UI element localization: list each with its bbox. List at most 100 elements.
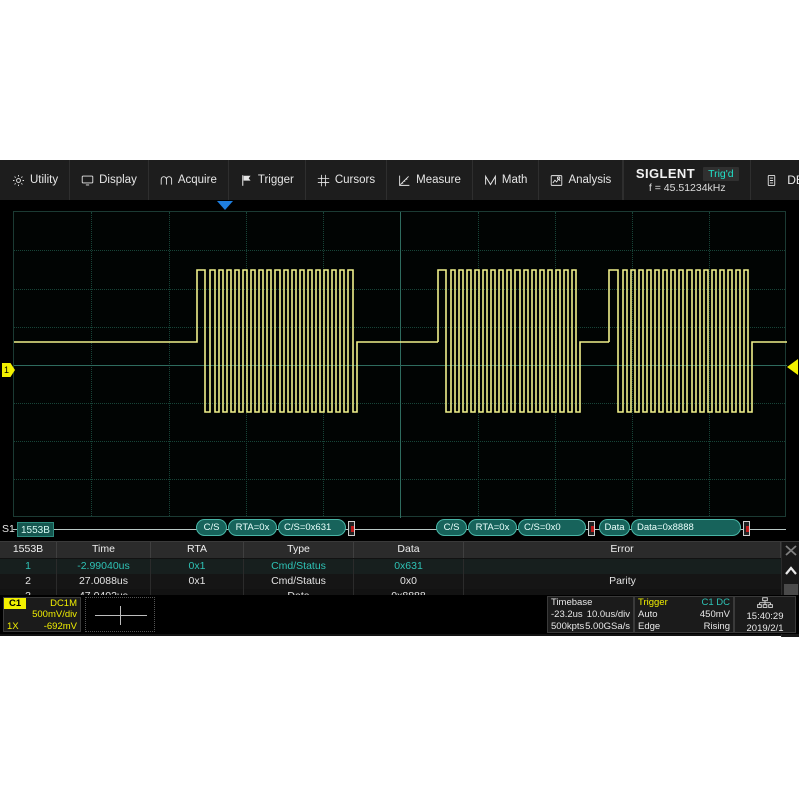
datetime-info-box: 15:40:29 2019/2/1 <box>734 596 796 633</box>
timebase-scale: 10.0us/div <box>587 609 630 621</box>
trigger-title: Trigger <box>638 597 668 609</box>
menu-item-display[interactable]: Display <box>70 160 149 200</box>
scroll-up-icon[interactable] <box>782 560 799 582</box>
trigger-type: Edge <box>638 621 660 633</box>
timebase-memory-depth: 500kpts <box>551 621 584 633</box>
decode-packet-error-marker[interactable] <box>348 521 355 536</box>
menu-item-label: Analysis <box>568 174 611 186</box>
siglent-logo: SIGLENT <box>636 166 695 181</box>
network-icon <box>735 597 795 611</box>
decode-packet-error-marker[interactable] <box>588 521 595 536</box>
col-header-rta: RTA <box>151 542 244 558</box>
menu-item-acquire[interactable]: Acquire <box>149 160 229 200</box>
channel-volts-div: 500mV/div <box>4 609 80 621</box>
waveform-area[interactable]: 1 S1 1553B C/S RTA=0x C/S=0x631 C/S RTA=… <box>0 201 799 636</box>
col-header-type: Type <box>244 542 354 558</box>
menu-item-label: Utility <box>30 174 58 186</box>
timebase-title: Timebase <box>548 597 633 609</box>
decode-protocol-chip[interactable]: 1553B <box>17 522 54 537</box>
cell-index: 2 <box>0 574 57 589</box>
monitor-icon <box>81 174 94 187</box>
graticule-grid <box>13 211 786 517</box>
decode-packet-rta[interactable]: RTA=0x <box>468 519 517 536</box>
menu-item-analysis[interactable]: Analysis <box>539 160 623 200</box>
clock-date: 2019/2/1 <box>735 623 795 635</box>
cell-error: Parity <box>464 574 781 589</box>
trigger-status-badge: Trig'd <box>703 167 739 181</box>
cursors-icon <box>317 174 330 187</box>
cell-rta: 0x1 <box>151 574 244 589</box>
waveform-trace <box>14 212 787 518</box>
analysis-icon <box>550 174 563 187</box>
menu-item-label: Measure <box>416 174 461 186</box>
trigger-mode: Auto <box>638 609 658 621</box>
timebase-info-box[interactable]: Timebase -23.2us 10.0us/div 500kpts 5.00… <box>547 596 634 633</box>
trigger-slope: Rising <box>704 621 730 633</box>
timebase-sample-rate: 5.00GSa/s <box>585 621 630 633</box>
table-row[interactable]: 2 27.0088us 0x1 Cmd/Status 0x0 Parity <box>0 574 781 589</box>
cell-rta: 0x1 <box>151 559 244 574</box>
table-header-row: 1553B Time RTA Type Data Error <box>0 542 781 558</box>
cell-type: Cmd/Status <box>244 559 354 574</box>
trigger-info-box[interactable]: Trigger C1 DC Auto 450mV Edge Rising <box>634 596 734 633</box>
menu-item-label: Trigger <box>258 174 294 186</box>
col-header-data: Data <box>354 542 464 558</box>
brand-status-block: SIGLENT Trig'd f = 45.51234kHz <box>623 160 751 200</box>
decode-source-label: S1 <box>2 523 15 535</box>
channel-marker-label: 1 <box>4 365 9 375</box>
cell-data: 0x631 <box>354 559 464 574</box>
menu-item-cursors[interactable]: Cursors <box>306 160 387 200</box>
channel-name-badge: C1 <box>4 598 26 609</box>
decode-packet-body[interactable]: Data=0x8888 <box>631 519 741 536</box>
measure-icon <box>398 174 411 187</box>
cell-data: 0x0 <box>354 574 464 589</box>
decode-list-icon <box>765 174 778 187</box>
math-icon <box>484 174 497 187</box>
status-bar: C1 DC1M 500mV/div 1X -692mV Timebase -23… <box>0 595 799 634</box>
timebase-delay: -23.2us <box>551 609 583 621</box>
decode-packet-error-marker[interactable] <box>743 521 750 536</box>
menu-item-math[interactable]: Math <box>473 160 540 200</box>
top-menu-bar: Utility Display Acquire Trigger Cursors <box>0 160 799 201</box>
decode-button[interactable]: DECODE <box>751 160 799 200</box>
menu-item-label: Math <box>502 174 528 186</box>
decode-packet-cap[interactable]: C/S <box>196 519 227 536</box>
menu-item-utility[interactable]: Utility <box>0 160 70 200</box>
oscilloscope-screen: Utility Display Acquire Trigger Cursors <box>0 160 799 634</box>
clock-time: 15:40:29 <box>735 611 795 623</box>
decode-packet-rta[interactable]: RTA=0x <box>228 519 277 536</box>
cell-time: -2.99040us <box>57 559 151 574</box>
trigger-source: C1 DC <box>701 597 730 609</box>
trigger-level: 450mV <box>700 609 730 621</box>
menu-item-label: Display <box>99 174 137 186</box>
table-row[interactable]: 1 -2.99040us 0x1 Cmd/Status 0x631 <box>0 559 781 574</box>
gear-icon <box>12 174 25 187</box>
screenshot-root: Utility Display Acquire Trigger Cursors <box>0 0 799 799</box>
decode-packet-body[interactable]: C/S=0x631 <box>278 519 346 536</box>
menu-item-measure[interactable]: Measure <box>387 160 473 200</box>
col-header-time: Time <box>57 542 151 558</box>
channel-offset: -692mV <box>44 621 77 632</box>
decode-packet-cap[interactable]: C/S <box>436 519 467 536</box>
frequency-readout: f = 45.51234kHz <box>632 182 742 194</box>
trigger-position-marker[interactable] <box>217 201 233 210</box>
col-header-protocol: 1553B <box>0 542 57 558</box>
decode-button-label: DECODE <box>787 173 799 187</box>
channel-1-info-box[interactable]: C1 DC1M 500mV/div 1X -692mV <box>3 597 81 632</box>
cell-time: 27.0088us <box>57 574 151 589</box>
flag-icon <box>240 174 253 187</box>
menu-item-label: Acquire <box>178 174 217 186</box>
position-crosshair-widget[interactable] <box>85 597 155 632</box>
channel-probe-ratio: 1X <box>7 621 19 632</box>
decode-packet-cap[interactable]: Data <box>599 519 630 536</box>
close-icon[interactable] <box>782 542 799 559</box>
cell-index: 1 <box>0 559 57 574</box>
menu-item-trigger[interactable]: Trigger <box>229 160 306 200</box>
trigger-level-marker[interactable] <box>787 359 798 375</box>
decode-annotation-row: S1 1553B C/S RTA=0x C/S=0x631 C/S RTA=0x… <box>0 519 799 541</box>
decode-packet-body[interactable]: C/S=0x0 <box>518 519 586 536</box>
acquire-icon <box>160 174 173 187</box>
cell-type: Cmd/Status <box>244 574 354 589</box>
cell-error <box>464 559 781 574</box>
col-header-error: Error <box>464 542 781 558</box>
